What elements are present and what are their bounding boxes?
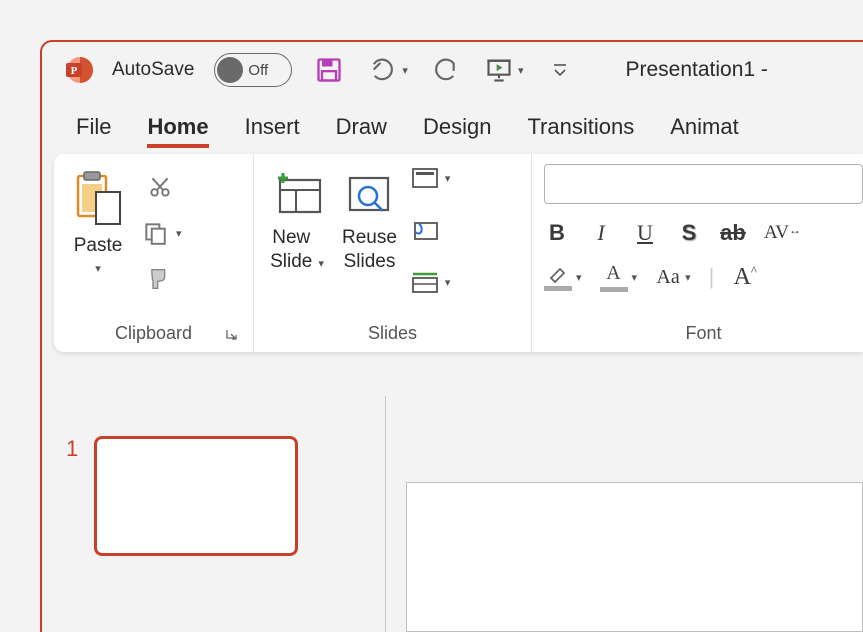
autosave-label: AutoSave xyxy=(112,59,194,81)
reuse-slides-button[interactable]: Reuse Slides xyxy=(338,164,401,278)
underline-button[interactable]: U xyxy=(632,218,658,248)
slide-thumbnail[interactable] xyxy=(94,436,298,556)
ribbon-group-font: B I U S ab AV↔ xyxy=(532,154,863,352)
increase-font-size-button[interactable]: A^ xyxy=(732,262,758,292)
ribbon-group-slides: New Slide ▾ Reuse Slides xyxy=(254,154,532,352)
toggle-knob xyxy=(217,57,243,83)
reset-button[interactable] xyxy=(411,218,451,242)
title-bar: P AutoSave Off ▾ xyxy=(42,42,863,98)
bold-button[interactable]: B xyxy=(544,218,570,248)
chevron-down-icon: ▾ xyxy=(445,276,451,289)
layout-button[interactable]: ▾ xyxy=(411,166,451,190)
group-label-clipboard: Clipboard xyxy=(115,323,192,344)
present-split-button[interactable]: ▾ xyxy=(482,53,524,87)
group-label-slides: Slides xyxy=(368,323,417,344)
workspace: 1 xyxy=(42,396,863,632)
app-window: P AutoSave Off ▾ xyxy=(40,40,863,632)
section-icon xyxy=(411,270,439,294)
clipboard-small-buttons: ▾ xyxy=(138,164,182,296)
reuse-slides-label: Reuse Slides xyxy=(342,226,397,274)
customize-qat-button[interactable] xyxy=(543,53,577,87)
slide-canvas-area xyxy=(386,396,863,632)
document-title: Presentation1 - xyxy=(625,58,767,82)
paste-button[interactable]: Paste ▾ xyxy=(66,164,130,279)
undo-icon xyxy=(366,53,400,87)
reuse-slides-icon xyxy=(342,168,396,222)
new-slide-button[interactable]: New Slide ▾ xyxy=(266,164,328,278)
chevron-down-icon: ▾ xyxy=(445,172,451,185)
chevron-down-icon: ▾ xyxy=(176,227,182,240)
chevron-down-icon: ▾ xyxy=(318,257,324,270)
tab-home[interactable]: Home xyxy=(147,114,208,148)
new-slide-icon xyxy=(270,168,324,222)
save-button[interactable] xyxy=(312,53,346,87)
character-spacing-button[interactable]: AV↔ xyxy=(764,218,801,248)
ribbon: Paste ▾ xyxy=(54,154,863,352)
cut-button[interactable] xyxy=(143,170,177,204)
slides-small-buttons: ▾ ▾ xyxy=(411,164,451,294)
group-label-font: Font xyxy=(685,323,721,344)
qat: AutoSave Off ▾ xyxy=(112,53,577,87)
slide-canvas[interactable] xyxy=(406,482,863,632)
strikethrough-button[interactable]: ab xyxy=(720,218,746,248)
ribbon-group-clipboard: Paste ▾ xyxy=(54,154,254,352)
ribbon-tabs: File Home Insert Draw Design Transitions… xyxy=(42,98,863,148)
autosave-toggle[interactable]: Off xyxy=(214,53,292,87)
italic-button[interactable]: I xyxy=(588,218,614,248)
powerpoint-icon: P xyxy=(64,55,94,85)
present-from-beginning-icon xyxy=(482,53,516,87)
slide-number: 1 xyxy=(66,436,78,592)
tab-animations[interactable]: Animat xyxy=(670,114,738,148)
clipboard-dialog-launcher[interactable] xyxy=(223,326,241,344)
format-painter-button[interactable] xyxy=(143,262,177,296)
font-name-dropdown[interactable] xyxy=(544,164,863,204)
reset-icon xyxy=(411,218,439,242)
tab-design[interactable]: Design xyxy=(423,114,491,148)
text-shadow-button[interactable]: S xyxy=(676,218,702,248)
slide-thumbnail-pane[interactable]: 1 xyxy=(42,396,386,632)
paste-icon xyxy=(70,168,126,230)
new-slide-label: New Slide xyxy=(270,226,312,274)
redo-button[interactable] xyxy=(428,53,462,87)
chevron-down-icon: ▾ xyxy=(402,64,408,77)
chevron-down-icon: ▾ xyxy=(685,271,691,284)
chevron-down-icon: ▾ xyxy=(576,271,582,284)
change-case-button[interactable]: Aa ▾ xyxy=(655,262,691,292)
font-color-icon: A xyxy=(606,262,620,285)
tab-file[interactable]: File xyxy=(76,114,111,148)
autosave-state: Off xyxy=(248,62,268,79)
copy-icon xyxy=(138,216,172,250)
copy-split-button[interactable]: ▾ xyxy=(138,216,182,250)
undo-split-button[interactable]: ▾ xyxy=(366,53,408,87)
tab-insert[interactable]: Insert xyxy=(245,114,300,148)
chevron-down-icon: ▾ xyxy=(632,271,638,284)
font-color-button[interactable]: A ▾ xyxy=(600,262,638,292)
scissors-icon xyxy=(147,174,173,200)
svg-text:P: P xyxy=(71,65,78,77)
highlighter-icon xyxy=(546,264,570,284)
chevron-down-icon: ▾ xyxy=(518,64,524,77)
layout-icon xyxy=(411,166,439,190)
separator: | xyxy=(709,264,715,290)
tab-transitions[interactable]: Transitions xyxy=(527,114,634,148)
highlight-color-button[interactable]: ▾ xyxy=(544,264,582,291)
chevron-down-icon: ▾ xyxy=(95,262,101,275)
section-button[interactable]: ▾ xyxy=(411,270,451,294)
tab-draw[interactable]: Draw xyxy=(336,114,387,148)
paste-label: Paste xyxy=(74,234,123,258)
paintbrush-icon xyxy=(146,265,174,293)
